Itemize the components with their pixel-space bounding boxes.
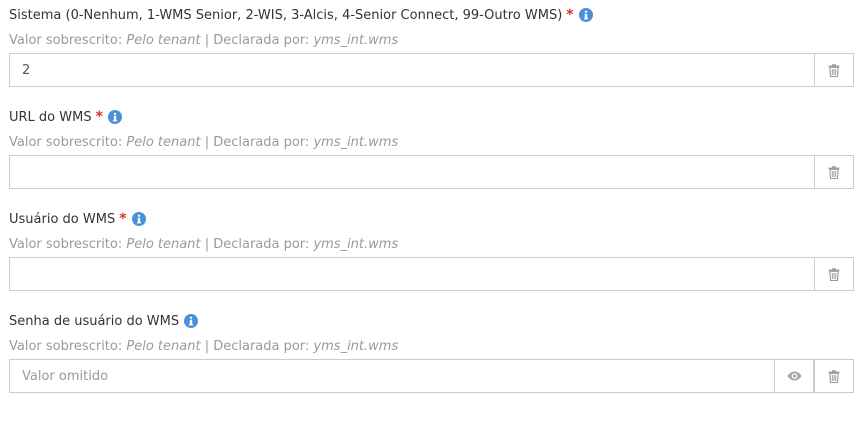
input-group — [9, 257, 854, 291]
info-icon[interactable] — [578, 8, 593, 22]
declared-by: yms_int.wms — [313, 33, 399, 48]
override-scope: Pelo tenant — [126, 33, 201, 48]
info-icon[interactable] — [107, 110, 122, 124]
declared-by: yms_int.wms — [313, 339, 399, 354]
override-prefix: Valor sobrescrito: — [9, 135, 127, 150]
declared-prefix: | Declarada por: — [200, 237, 314, 252]
delete-button[interactable] — [814, 53, 854, 87]
override-info: Valor sobrescrito: Pelo tenant | Declara… — [9, 135, 398, 150]
delete-button[interactable] — [814, 257, 854, 291]
delete-button[interactable] — [814, 359, 854, 393]
field-label-row: URL do WMS * — [9, 107, 854, 127]
override-prefix: Valor sobrescrito: — [9, 237, 127, 252]
override-scope: Pelo tenant — [126, 237, 201, 252]
info-icon[interactable] — [184, 314, 199, 328]
trash-icon — [828, 165, 840, 179]
input-group: Valor omitido — [9, 359, 854, 393]
trash-icon — [828, 369, 840, 383]
reveal-password-button[interactable] — [774, 359, 814, 393]
declared-by: yms_int.wms — [313, 237, 399, 252]
required-marker: * — [95, 109, 103, 125]
override-info: Valor sobrescrito: Pelo tenant | Declara… — [9, 339, 398, 354]
field-label-row: Senha de usuário do WMS — [9, 311, 854, 331]
delete-button[interactable] — [814, 155, 854, 189]
usuario-input[interactable] — [9, 257, 814, 291]
password-input[interactable]: Valor omitido — [9, 359, 774, 393]
field-usuario-wms: Usuário do WMS * Valor sobrescrito: Pelo… — [9, 209, 854, 291]
sistema-input[interactable]: 2 — [9, 53, 814, 87]
trash-icon — [828, 267, 840, 281]
field-label: Senha de usuário do WMS — [9, 313, 180, 329]
override-scope: Pelo tenant — [126, 135, 201, 150]
info-icon[interactable] — [131, 212, 146, 226]
declared-prefix: | Declarada por: — [200, 339, 314, 354]
field-label-row: Usuário do WMS * — [9, 209, 854, 229]
field-label: Sistema (0-Nenhum, 1-WMS Senior, 2-WIS, … — [9, 7, 563, 23]
trash-icon — [828, 63, 840, 77]
field-label: Usuário do WMS — [9, 211, 116, 227]
declared-prefix: | Declarada por: — [200, 33, 314, 48]
override-scope: Pelo tenant — [126, 339, 201, 354]
required-marker: * — [566, 7, 574, 23]
input-group — [9, 155, 854, 189]
field-senha-wms: Senha de usuário do WMS Valor sobrescrit… — [9, 311, 854, 393]
eye-icon — [787, 371, 802, 381]
override-info: Valor sobrescrito: Pelo tenant | Declara… — [9, 237, 398, 252]
field-url-wms: URL do WMS * Valor sobrescrito: Pelo ten… — [9, 107, 854, 189]
override-info: Valor sobrescrito: Pelo tenant | Declara… — [9, 33, 398, 48]
declared-prefix: | Declarada por: — [200, 135, 314, 150]
override-prefix: Valor sobrescrito: — [9, 33, 127, 48]
required-marker: * — [119, 211, 127, 227]
field-label: URL do WMS — [9, 109, 92, 125]
declared-by: yms_int.wms — [313, 135, 399, 150]
url-input[interactable] — [9, 155, 814, 189]
field-label-row: Sistema (0-Nenhum, 1-WMS Senior, 2-WIS, … — [9, 5, 854, 25]
override-prefix: Valor sobrescrito: — [9, 339, 127, 354]
input-group: 2 — [9, 53, 854, 87]
field-sistema: Sistema (0-Nenhum, 1-WMS Senior, 2-WIS, … — [9, 5, 854, 87]
